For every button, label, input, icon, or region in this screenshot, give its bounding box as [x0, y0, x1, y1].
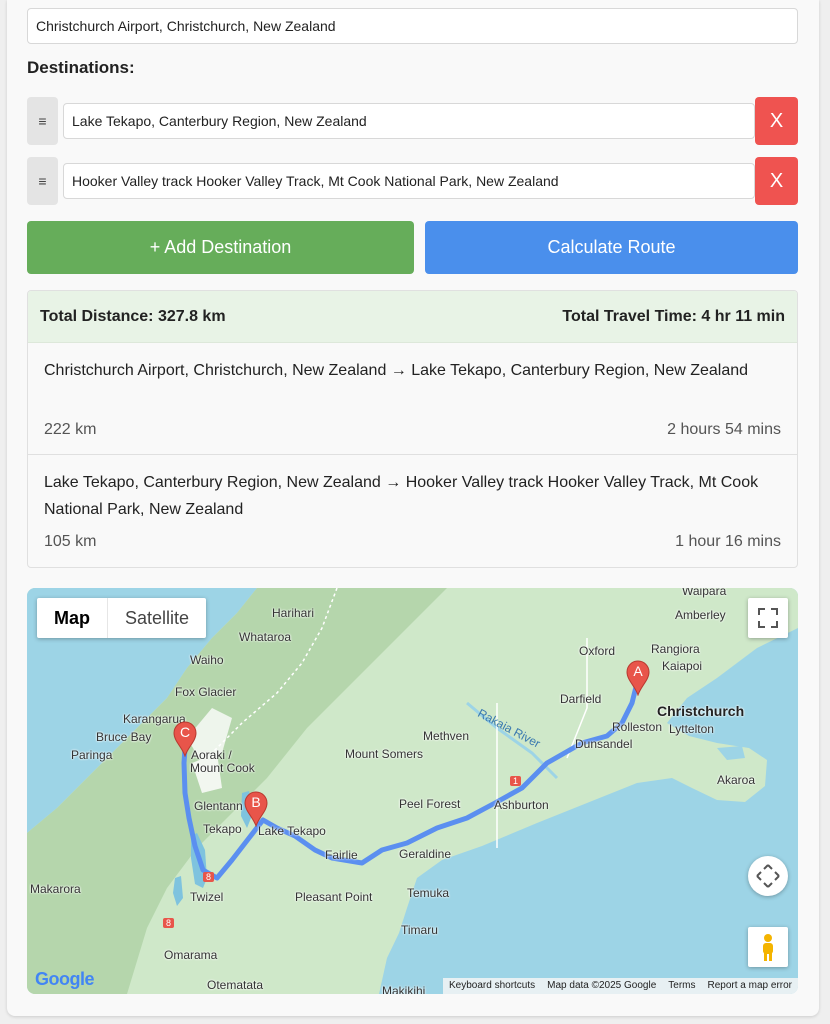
- drag-handle-icon[interactable]: ≡: [27, 97, 58, 145]
- place-label: Omarama: [164, 948, 218, 962]
- place-label: Peel Forest: [399, 797, 461, 811]
- calculate-route-button[interactable]: Calculate Route: [425, 221, 798, 274]
- move-camera-icon: [756, 864, 780, 888]
- place-label: Twizel: [190, 890, 224, 904]
- place-label: Oxford: [579, 644, 616, 658]
- terms-link[interactable]: Terms: [662, 978, 701, 994]
- place-label: Tekapo: [203, 822, 242, 836]
- route-summary: Total Distance: 327.8 km Total Travel Ti…: [28, 291, 797, 343]
- place-label: Waiho: [190, 653, 224, 667]
- leg-distance: 222 km: [44, 421, 97, 438]
- fullscreen-button[interactable]: [748, 598, 788, 638]
- place-label: Methven: [423, 729, 470, 743]
- leg-route-text: Lake Tekapo, Canterbury Region, New Zeal…: [44, 474, 759, 518]
- destination-input[interactable]: Hooker Valley track Hooker Valley Track,…: [63, 163, 755, 199]
- place-label: Fairlie: [325, 848, 358, 862]
- place-label: Lyttelton: [669, 722, 714, 736]
- destination-row: ≡ Hooker Valley track Hooker Valley Trac…: [27, 157, 798, 205]
- origin-input[interactable]: Christchurch Airport, Christchurch, New …: [27, 8, 798, 44]
- road-shield: 1: [510, 776, 522, 786]
- fullscreen-icon: [758, 608, 778, 628]
- pegman-icon: [763, 934, 773, 961]
- place-label: Dunsandel: [575, 737, 633, 751]
- google-logo: Google: [35, 969, 95, 989]
- route-marker-a[interactable]: A: [625, 660, 651, 697]
- place-label: Bruce Bay: [96, 730, 152, 744]
- place-label: Timaru: [401, 923, 438, 937]
- marker-label: A: [633, 663, 643, 679]
- place-label: Amberley: [675, 608, 726, 622]
- map-type-control: Map Satellite: [37, 598, 207, 638]
- map-attribution: Keyboard shortcuts Map data ©2025 Google…: [442, 978, 798, 994]
- road-shield: 8: [203, 872, 215, 882]
- map-type-satellite-button[interactable]: Satellite: [108, 598, 206, 638]
- destination-row: ≡ Lake Tekapo, Canterbury Region, New Ze…: [27, 97, 798, 145]
- total-distance: Total Distance: 327.8 km: [40, 308, 226, 325]
- route-marker-c[interactable]: C: [172, 721, 198, 758]
- place-label: Whataroa: [239, 630, 292, 644]
- camera-control-button[interactable]: [748, 856, 788, 896]
- place-label: Glentann: [194, 799, 243, 813]
- total-travel-time: Total Travel Time: 4 hr 11 min: [562, 308, 785, 325]
- remove-destination-button[interactable]: X: [755, 97, 798, 145]
- place-label: Ashburton: [494, 798, 549, 812]
- drag-handle-icon[interactable]: ≡: [27, 157, 58, 205]
- marker-label: C: [179, 724, 191, 740]
- place-label: Mount Somers: [345, 747, 424, 761]
- street-view-pegman-button[interactable]: [748, 927, 788, 967]
- place-label: Otematata: [207, 978, 264, 992]
- route-results: Total Distance: 327.8 km Total Travel Ti…: [27, 290, 798, 568]
- marker-label: B: [251, 794, 261, 810]
- place-label: Darfield: [560, 692, 602, 706]
- place-label: Akaroa: [717, 773, 756, 787]
- remove-destination-button[interactable]: X: [755, 157, 798, 205]
- route-leg: Lake Tekapo, Canterbury Region, New Zeal…: [28, 455, 797, 567]
- place-label: Temuka: [407, 886, 450, 900]
- place-label: Geraldine: [399, 847, 452, 861]
- route-marker-b[interactable]: B: [243, 791, 269, 828]
- keyboard-shortcuts-link[interactable]: Keyboard shortcuts: [443, 978, 541, 994]
- route-map[interactable]: Map Satellite Waipara Amberley Harihari …: [27, 588, 798, 994]
- place-label: Makikihi: [382, 984, 426, 994]
- destinations-heading: Destinations:: [27, 58, 135, 77]
- leg-distance: 105 km: [44, 533, 97, 550]
- place-label: Rangiora: [651, 642, 700, 656]
- leg-duration: 1 hour 16 mins: [675, 533, 781, 550]
- route-leg: Christchurch Airport, Christchurch, New …: [28, 343, 797, 455]
- place-label: Fox Glacier: [175, 685, 237, 699]
- place-label: Harihari: [272, 606, 315, 620]
- leg-route-text: Christchurch Airport, Christchurch, New …: [44, 362, 749, 379]
- lake-ellesmere: [617, 788, 677, 813]
- place-label: Christchurch: [657, 703, 745, 719]
- place-label: Mount Cook: [190, 761, 255, 775]
- place-label: Makarora: [30, 882, 81, 896]
- destination-input[interactable]: Lake Tekapo, Canterbury Region, New Zeal…: [63, 103, 755, 139]
- place-label: Waipara: [682, 588, 727, 598]
- add-destination-button[interactable]: + Add Destination: [27, 221, 414, 274]
- map-type-map-button[interactable]: Map: [37, 598, 108, 638]
- place-label: Paringa: [71, 748, 113, 762]
- place-label: Pleasant Point: [295, 890, 373, 904]
- map-data-text: Map data ©2025 Google: [547, 980, 657, 991]
- leg-duration: 2 hours 54 mins: [667, 421, 781, 438]
- place-label: Rolleston: [612, 720, 663, 734]
- place-label: Kaiapoi: [662, 659, 703, 673]
- road-shield: 8: [163, 918, 175, 928]
- report-map-error-link[interactable]: Report a map error: [702, 978, 798, 994]
